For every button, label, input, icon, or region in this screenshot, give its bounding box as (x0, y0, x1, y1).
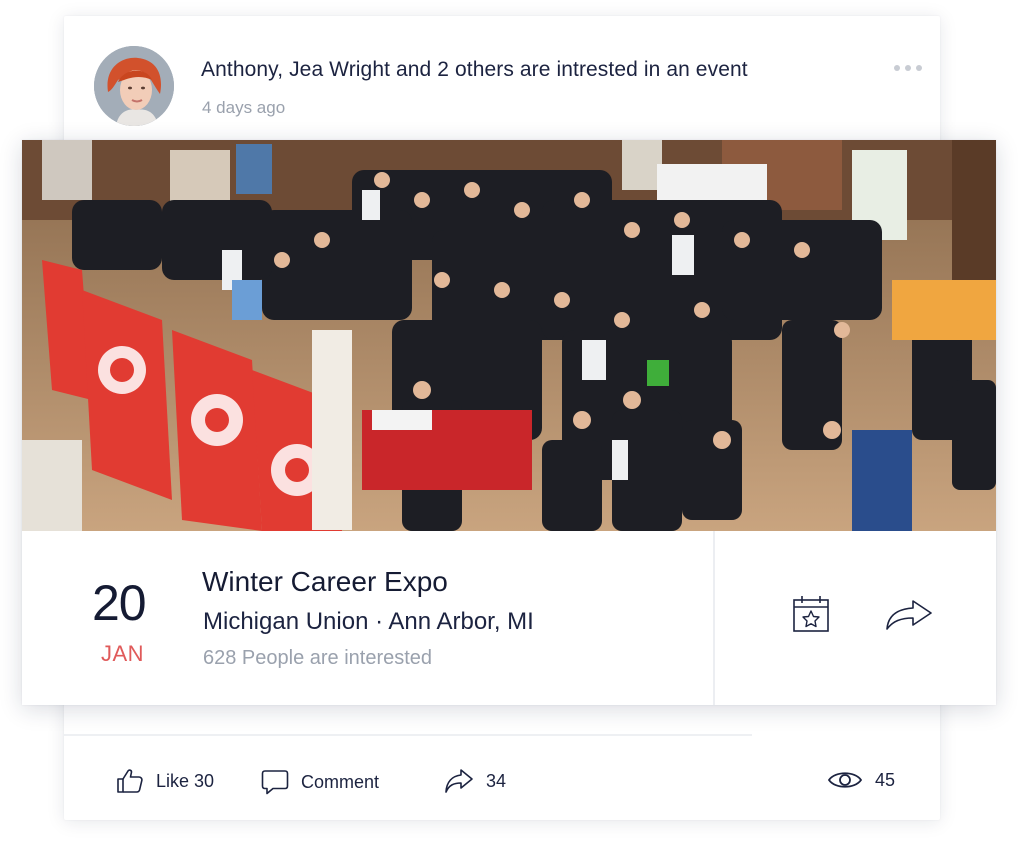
event-actions (713, 531, 998, 705)
dot (894, 65, 900, 71)
share-button[interactable]: 34 (444, 768, 506, 794)
comment-button[interactable]: Comment (261, 768, 379, 796)
views-indicator: 45 (827, 768, 895, 792)
share-count: 34 (486, 770, 507, 791)
divider (64, 734, 752, 736)
share-event-button[interactable] (885, 599, 933, 636)
event-title[interactable]: Winter Career Expo (202, 566, 448, 598)
comment-label: Comment (301, 771, 380, 792)
eye-icon (827, 772, 863, 788)
more-options-icon[interactable] (894, 60, 922, 76)
dot (905, 65, 911, 71)
post-header-text: Anthony, Jea Wright and 2 others are int… (201, 58, 748, 81)
event-interest-count: 628 People are interested (203, 647, 433, 669)
views-count: 45 (875, 769, 896, 790)
event-location: Michigan Union · Ann Arbor, MI (203, 608, 534, 635)
event-info: 20 JAN Winter Career Expo Michigan Union… (22, 531, 713, 705)
event-photo[interactable] (22, 140, 996, 531)
event-card[interactable]: 20 JAN Winter Career Expo Michigan Union… (22, 140, 996, 705)
avatar[interactable] (94, 46, 174, 126)
add-to-calendar-button[interactable] (791, 594, 831, 639)
post-timestamp: 4 days ago (202, 98, 286, 117)
like-label: Like 30 (156, 770, 215, 791)
calendar-star-icon (793, 596, 829, 632)
comment-bubble-icon (261, 770, 289, 795)
event-date-month: JAN (101, 641, 145, 666)
thumbs-up-icon (117, 769, 143, 793)
like-button[interactable]: Like 30 (116, 768, 214, 794)
dot (916, 65, 922, 71)
event-date-day: 20 (92, 575, 147, 631)
share-arrow-icon (445, 769, 473, 793)
post-actions-bar: Like 30 Comment 34 45 (64, 756, 940, 810)
share-arrow-icon (886, 600, 932, 630)
